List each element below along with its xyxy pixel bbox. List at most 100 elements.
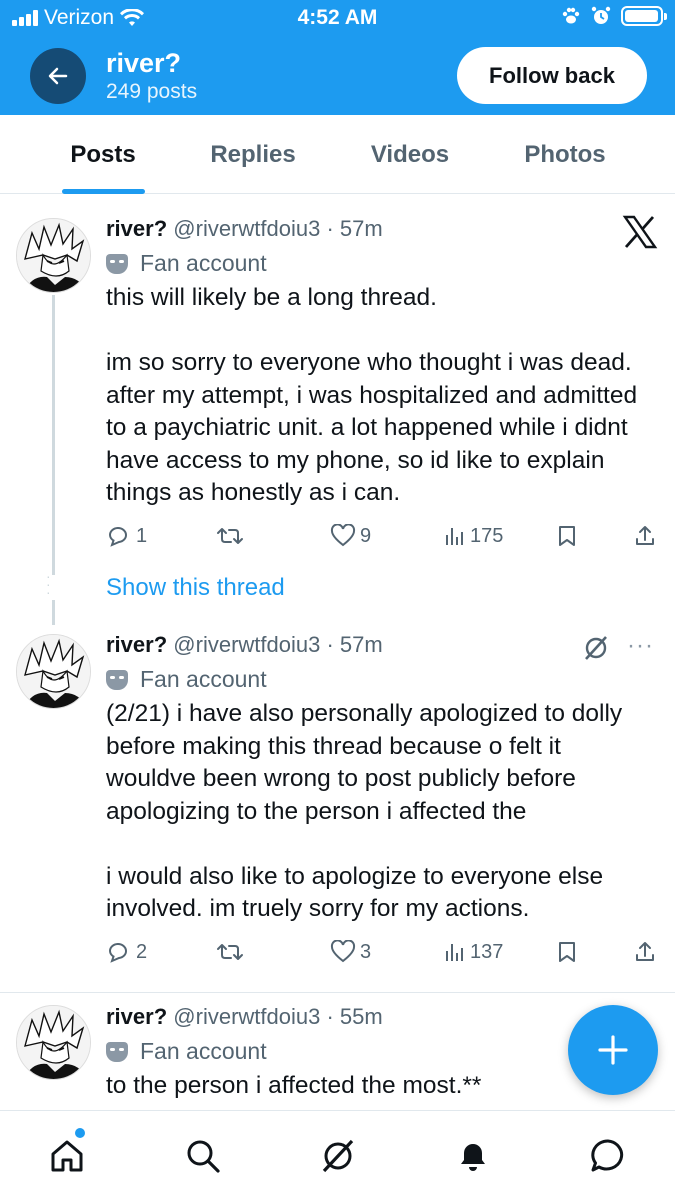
- retweet-icon: [217, 944, 243, 960]
- post-count: 249 posts: [106, 80, 198, 103]
- tweet-text[interactable]: this will likely be a long thread. im so…: [106, 282, 651, 510]
- reply-count: 1: [136, 524, 148, 547]
- fan-account-label: Fan account: [140, 250, 267, 276]
- like-button[interactable]: 3: [330, 936, 371, 968]
- status-bar: Verizon 4:52 AM: [0, 0, 675, 38]
- views-button[interactable]: 137: [444, 936, 503, 968]
- tab-videos[interactable]: Videos: [350, 115, 470, 194]
- avatar[interactable]: [16, 218, 91, 293]
- share-icon: [636, 942, 654, 961]
- home-unread-dot: [75, 1128, 85, 1138]
- retweet-button[interactable]: [216, 520, 244, 552]
- like-count: 3: [360, 940, 372, 963]
- tweet-time[interactable]: 57m: [340, 632, 383, 657]
- tab-photos[interactable]: Photos: [500, 115, 630, 194]
- alarm-icon: [591, 6, 611, 24]
- share-button[interactable]: [634, 936, 656, 968]
- tweet-separator: ·: [326, 632, 334, 657]
- follow-back-button[interactable]: Follow back: [457, 47, 647, 104]
- heart-icon: [330, 524, 356, 547]
- tweet-separator: ·: [326, 216, 334, 241]
- thread-line: [52, 600, 55, 625]
- tweet-handle[interactable]: @riverwtfdoiu3: [173, 216, 320, 241]
- share-icon: [636, 526, 654, 545]
- reply-icon: [108, 943, 127, 963]
- reply-button[interactable]: 1: [106, 520, 147, 552]
- tweet-header: river? @riverwtfdoiu3 · 55m: [106, 1004, 383, 1030]
- tab-indicator: [62, 189, 145, 194]
- battery-icon: [621, 6, 667, 26]
- bookmark-button[interactable]: [556, 520, 578, 552]
- tweet-author-name[interactable]: river?: [106, 632, 167, 657]
- avatar-image: [17, 635, 90, 708]
- more-options-icon[interactable]: ···: [627, 632, 654, 660]
- heart-icon: [330, 940, 356, 963]
- tweet-separator: ·: [326, 1004, 334, 1029]
- tweet-author-name[interactable]: river?: [106, 1004, 167, 1029]
- plus-icon: [598, 1035, 628, 1065]
- nav-search[interactable]: [178, 1131, 228, 1181]
- fan-account-badge: Fan account: [106, 250, 267, 277]
- show-thread-link[interactable]: Show this thread: [106, 574, 285, 602]
- profile-tabs: Posts Replies Videos Photos: [0, 115, 675, 194]
- tab-replies[interactable]: Replies: [190, 115, 316, 194]
- views-button[interactable]: 175: [444, 520, 503, 552]
- back-button[interactable]: [30, 48, 86, 104]
- avatar[interactable]: [16, 634, 91, 709]
- tweet-handle[interactable]: @riverwtfdoiu3: [173, 1004, 320, 1029]
- profile-name: river?: [106, 48, 182, 78]
- tweet-time[interactable]: 57m: [340, 216, 383, 241]
- mask-icon: [106, 669, 128, 690]
- like-button[interactable]: 9: [330, 520, 371, 552]
- fan-account-badge: Fan account: [106, 666, 267, 693]
- tweet-time[interactable]: 55m: [340, 1004, 383, 1029]
- x-logo-icon[interactable]: [622, 214, 658, 250]
- reply-count: 2: [136, 940, 148, 963]
- nav-notifications[interactable]: [448, 1131, 498, 1181]
- paw-icon: [562, 7, 580, 24]
- tweet-text[interactable]: (2/21) i have also personally apologized…: [106, 698, 651, 926]
- fan-account-label: Fan account: [140, 1038, 267, 1064]
- tweet-actions: 1 9 175: [106, 520, 658, 552]
- home-icon: [51, 1140, 83, 1172]
- search-icon: [187, 1140, 220, 1173]
- bookmark-button[interactable]: [556, 936, 578, 968]
- arrow-left-icon: [48, 67, 68, 85]
- reply-icon: [108, 527, 127, 547]
- view-count: 137: [470, 940, 504, 963]
- like-count: 9: [360, 524, 372, 547]
- tweet-text[interactable]: to the person i affected the most.**: [106, 1070, 651, 1103]
- avatar[interactable]: [16, 1005, 91, 1080]
- bookmark-icon: [559, 942, 575, 962]
- avatar-image: [17, 1006, 90, 1079]
- fan-account-label: Fan account: [140, 666, 267, 692]
- tweet-actions: 2 3 137: [106, 936, 658, 968]
- analytics-icon: [446, 528, 463, 545]
- retweet-button[interactable]: [216, 936, 244, 968]
- view-count: 175: [470, 524, 504, 547]
- thread-line: [52, 295, 55, 575]
- grok-icon: [322, 1139, 354, 1173]
- messages-icon: [591, 1139, 624, 1172]
- reply-button[interactable]: 2: [106, 936, 147, 968]
- fan-account-badge: Fan account: [106, 1038, 267, 1065]
- tab-posts[interactable]: Posts: [50, 115, 156, 194]
- compose-button[interactable]: [568, 1005, 658, 1095]
- bookmark-icon: [559, 526, 575, 546]
- grok-icon[interactable]: [582, 634, 610, 662]
- tweet-header: river? @riverwtfdoiu3 · 57m: [106, 632, 383, 658]
- mask-icon: [106, 253, 128, 274]
- share-button[interactable]: [634, 520, 656, 552]
- bell-icon: [461, 1144, 485, 1171]
- analytics-icon: [446, 944, 463, 961]
- avatar-image: [17, 219, 90, 292]
- tweet-handle[interactable]: @riverwtfdoiu3: [173, 632, 320, 657]
- tweet-author-name[interactable]: river?: [106, 216, 167, 241]
- tweet-header: river? @riverwtfdoiu3 · 57m: [106, 216, 383, 242]
- bottom-navigation: [0, 1110, 675, 1200]
- profile-header: Verizon 4:52 AM river? 249 posts Follow …: [0, 0, 675, 115]
- thread-ellipsis: · · ·: [46, 568, 52, 600]
- nav-home[interactable]: [42, 1131, 92, 1181]
- nav-grok[interactable]: [313, 1131, 363, 1181]
- nav-messages[interactable]: [583, 1131, 633, 1181]
